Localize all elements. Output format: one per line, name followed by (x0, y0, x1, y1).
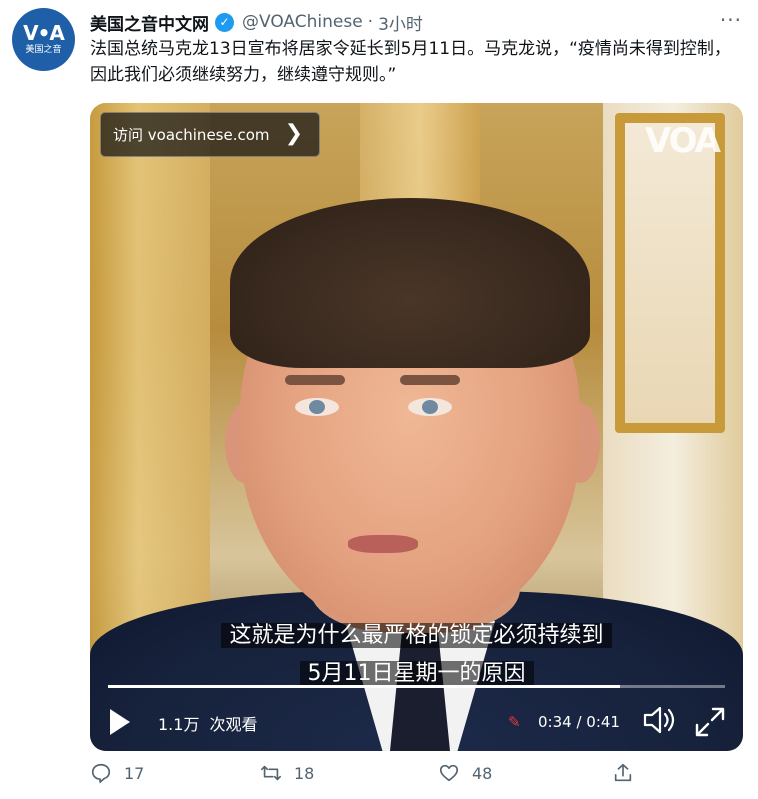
share-button[interactable] (612, 762, 634, 784)
progress-bar[interactable] (108, 685, 725, 688)
volume-icon[interactable] (642, 705, 678, 735)
visit-site-label: 访问 voachinese.com (113, 126, 270, 144)
separator-dot: · (367, 12, 374, 32)
subtitle-line-2: 5月11日星期一的原因 (90, 655, 743, 687)
tweet-time[interactable]: 3小时 (378, 10, 423, 35)
retweet-count: 18 (294, 763, 315, 783)
retweet-icon (261, 765, 281, 781)
like-icon (439, 764, 459, 782)
video-controls: 1.1万 次观看 ✎ 0:34 / 0:41 (90, 691, 743, 751)
account-handle[interactable]: @VOAChinese (242, 12, 363, 32)
like-count: 48 (472, 763, 493, 783)
speaker-eye (408, 398, 452, 416)
reply-icon (91, 763, 111, 783)
voa-logo: V•A (23, 21, 65, 45)
clip-icon: ✎ (508, 713, 521, 731)
speaker-mouth (348, 535, 418, 553)
avatar-subtitle: 美国之音 (25, 45, 62, 55)
view-count: 1.1万 次观看 (158, 711, 257, 735)
retweet-button[interactable]: 18 (260, 762, 314, 784)
visit-site-link[interactable]: 访问 voachinese.com ❯ (100, 112, 320, 157)
voa-watermark: VOA (644, 121, 721, 161)
like-button[interactable]: 48 (438, 762, 492, 784)
view-count-number: 1.1万 (158, 715, 200, 734)
share-icon (614, 763, 632, 782)
tweet-text: 法国总统马克龙13日宣布将居家令延长到5月11日。马克龙说，“疫情尚未得到控制，… (90, 39, 731, 85)
speaker-brow (400, 375, 460, 385)
speaker-hair (230, 198, 590, 368)
account-name[interactable]: 美国之音中文网 (90, 10, 209, 35)
timecode: 0:34 / 0:41 (538, 713, 620, 731)
subtitle-line-1: 这就是为什么最严格的锁定必须持续到 (90, 617, 743, 649)
tweet-actions: 17 18 48 (90, 762, 650, 792)
video-player[interactable]: 访问 voachinese.com ❯ VOA 这就是为什么最严格的锁定必须持续… (90, 103, 743, 751)
background-frame (615, 113, 725, 433)
chevron-right-icon: ❯ (284, 121, 303, 146)
tweet-header: 美国之音中文网 ✓ @VOAChinese · 3小时 (90, 9, 423, 35)
avatar[interactable]: V•A 美国之音 (12, 8, 75, 71)
speaker-brow (285, 375, 345, 385)
play-icon[interactable] (110, 709, 130, 735)
verified-icon: ✓ (215, 12, 234, 32)
reply-count: 17 (124, 763, 145, 783)
reply-button[interactable]: 17 (90, 762, 144, 784)
fullscreen-icon[interactable] (693, 705, 727, 739)
more-icon[interactable]: ··· (720, 8, 742, 32)
view-count-label: 次观看 (209, 715, 258, 734)
progress-fill (108, 685, 621, 688)
speaker-eye (295, 398, 339, 416)
